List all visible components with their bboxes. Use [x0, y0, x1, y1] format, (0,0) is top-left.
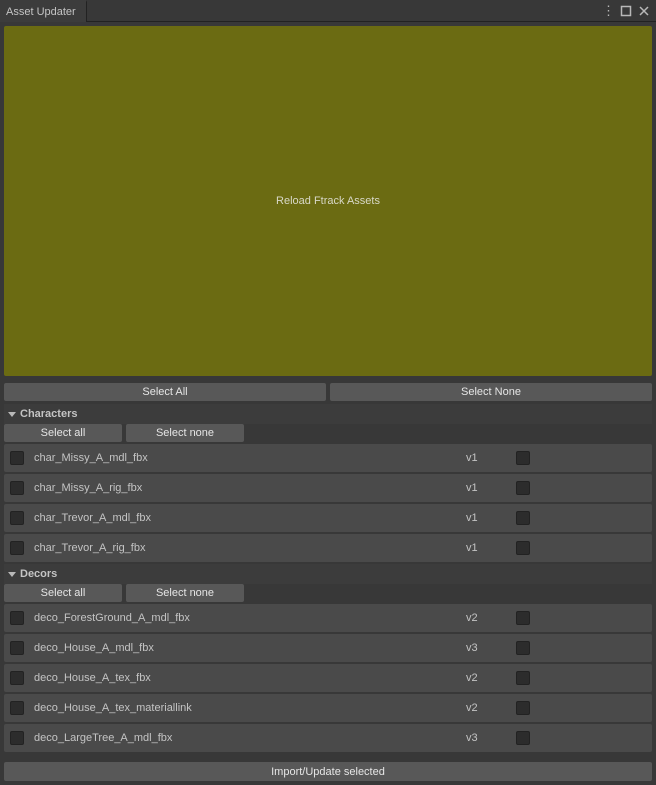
- asset-version: v3: [466, 732, 506, 744]
- section-title: Decors: [20, 568, 57, 580]
- asset-name: deco_LargeTree_A_mdl_fbx: [34, 732, 456, 744]
- asset-row: deco_House_A_mdl_fbx v3: [4, 634, 652, 662]
- asset-name: char_Trevor_A_mdl_fbx: [34, 512, 456, 524]
- asset-option-box[interactable]: [516, 731, 530, 745]
- asset-checkbox[interactable]: [10, 611, 24, 625]
- asset-version: v1: [466, 542, 506, 554]
- asset-row: deco_ForestGround_A_mdl_fbx v2: [4, 604, 652, 632]
- asset-row: char_Trevor_A_mdl_fbx v1: [4, 504, 652, 532]
- asset-row: char_Missy_A_rig_fbx v1: [4, 474, 652, 502]
- asset-option-box[interactable]: [516, 611, 530, 625]
- kebab-icon[interactable]: ⋮: [602, 3, 614, 19]
- asset-row: deco_House_A_tex_fbx v2: [4, 664, 652, 692]
- select-all-button[interactable]: Select All: [4, 383, 326, 401]
- asset-option-box[interactable]: [516, 541, 530, 555]
- asset-option-box[interactable]: [516, 451, 530, 465]
- section-title: Characters: [20, 408, 77, 420]
- asset-row: deco_LargeTree_A_mdl_fbx v3: [4, 724, 652, 752]
- asset-name: deco_House_A_tex_fbx: [34, 672, 456, 684]
- section-header[interactable]: Characters: [4, 404, 652, 424]
- asset-row: deco_House_A_tex_materiallink v2: [4, 694, 652, 722]
- foldout-icon: [8, 412, 16, 417]
- asset-name: deco_House_A_mdl_fbx: [34, 642, 456, 654]
- asset-checkbox[interactable]: [10, 731, 24, 745]
- asset-name: deco_ForestGround_A_mdl_fbx: [34, 612, 456, 624]
- asset-checkbox[interactable]: [10, 541, 24, 555]
- asset-option-box[interactable]: [516, 511, 530, 525]
- reload-button[interactable]: Reload Ftrack Assets: [4, 26, 652, 376]
- select-none-button[interactable]: Select None: [330, 383, 652, 401]
- asset-name: char_Missy_A_rig_fbx: [34, 482, 456, 494]
- asset-option-box[interactable]: [516, 671, 530, 685]
- asset-name: char_Trevor_A_rig_fbx: [34, 542, 456, 554]
- asset-updater-window: Asset Updater ⋮ Reload Ftrack Assets Sel…: [0, 0, 656, 785]
- asset-option-box[interactable]: [516, 701, 530, 715]
- section-select-none-button[interactable]: Select none: [126, 584, 244, 602]
- titlebar: Asset Updater ⋮: [0, 0, 656, 22]
- window-tab[interactable]: Asset Updater: [0, 0, 87, 22]
- asset-row: char_Missy_A_mdl_fbx v1: [4, 444, 652, 472]
- asset-checkbox[interactable]: [10, 511, 24, 525]
- asset-row: char_Trevor_A_rig_fbx v1: [4, 534, 652, 562]
- foldout-icon: [8, 572, 16, 577]
- asset-version: v2: [466, 612, 506, 624]
- asset-version: v1: [466, 512, 506, 524]
- asset-name: deco_House_A_tex_materiallink: [34, 702, 456, 714]
- maximize-icon[interactable]: [620, 5, 632, 17]
- asset-version: v2: [466, 672, 506, 684]
- asset-option-box[interactable]: [516, 641, 530, 655]
- asset-checkbox[interactable]: [10, 641, 24, 655]
- asset-version: v2: [466, 702, 506, 714]
- asset-checkbox[interactable]: [10, 481, 24, 495]
- close-icon[interactable]: [638, 5, 650, 17]
- asset-checkbox[interactable]: [10, 701, 24, 715]
- window-title: Asset Updater: [6, 6, 76, 18]
- window-controls: ⋮: [602, 3, 656, 19]
- asset-checkbox[interactable]: [10, 451, 24, 465]
- asset-name: char_Missy_A_mdl_fbx: [34, 452, 456, 464]
- asset-version: v1: [466, 452, 506, 464]
- section-select-all-button[interactable]: Select all: [4, 584, 122, 602]
- asset-version: v1: [466, 482, 506, 494]
- section-header[interactable]: Decors: [4, 564, 652, 584]
- section-select-all-button[interactable]: Select all: [4, 424, 122, 442]
- asset-version: v3: [466, 642, 506, 654]
- asset-option-box[interactable]: [516, 481, 530, 495]
- asset-checkbox[interactable]: [10, 671, 24, 685]
- import-update-button[interactable]: Import/Update selected: [4, 762, 652, 781]
- section-select-none-button[interactable]: Select none: [126, 424, 244, 442]
